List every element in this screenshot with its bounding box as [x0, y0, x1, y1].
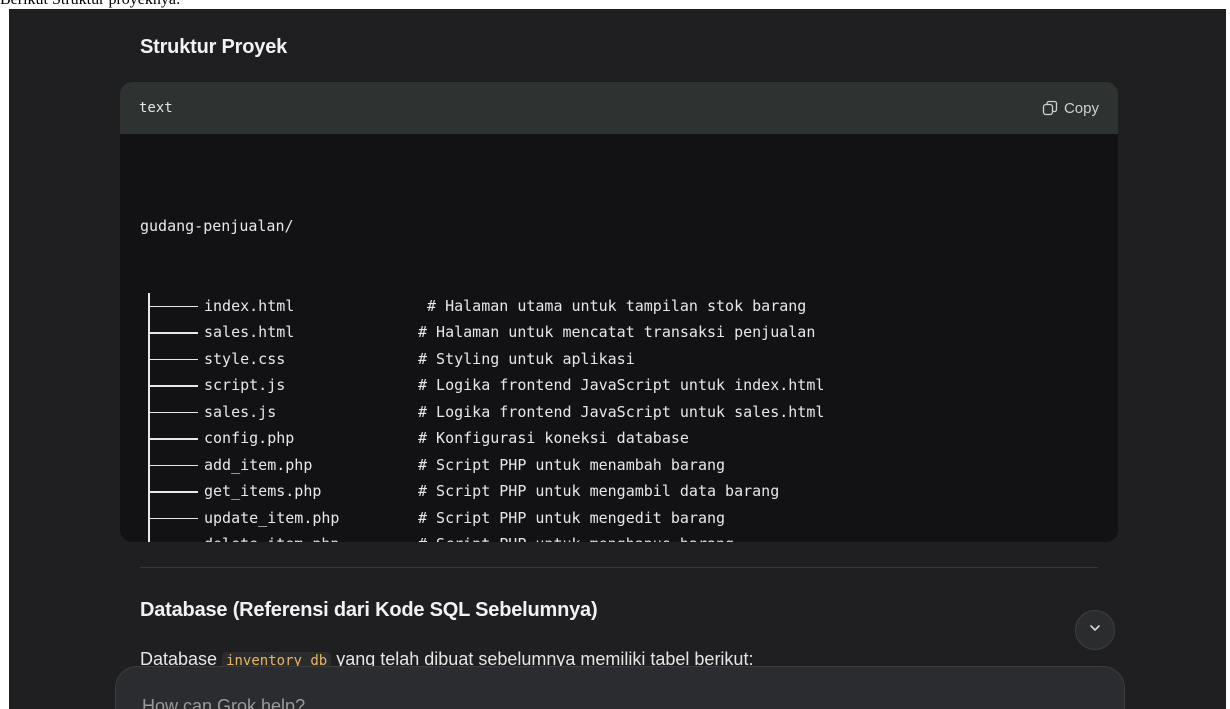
- tree-file-comment: # Script PHP untuk menambah barang: [418, 455, 726, 474]
- tree-file-name: get_items.php: [204, 482, 322, 500]
- chat-input-placeholder[interactable]: How can Grok help?: [142, 696, 305, 709]
- copy-icon: [1042, 100, 1058, 116]
- tree-entry: sales.html # Halaman untuk mencatat trans…: [140, 319, 1118, 346]
- code-body: gudang-penjualan/ index.html # Halaman u…: [120, 134, 1118, 542]
- tree-entry: update_item.php # Script PHP untuk menged…: [140, 504, 1118, 531]
- tree-file-name: delete_item.php: [204, 531, 418, 542]
- tree-entry: index.html # Halaman utama untuk tampila…: [140, 292, 1118, 319]
- tree-file-name: update_item.php: [204, 508, 340, 527]
- top-caption: Berikut Struktur proyeknya:: [0, 0, 180, 9]
- section-divider: [140, 567, 1098, 568]
- tree-branch-glyph: [140, 425, 204, 452]
- tree-entry: style.css # Styling untuk aplikasi: [140, 345, 1118, 372]
- tree-file-comment: # Halaman untuk mencatat transaksi penju…: [418, 323, 816, 341]
- tree-file-name: script.js: [204, 376, 286, 394]
- tree-file-comment: # Logika frontend JavaScript untuk index…: [418, 376, 825, 394]
- tree-entry: config.php # Konfigurasi koneksi database: [140, 425, 1118, 452]
- tree-file-comment: # Script PHP untuk mengambil data barang: [418, 482, 780, 500]
- chat-input-box[interactable]: How can Grok help?: [115, 666, 1125, 709]
- tree-file-comment: # Logika frontend JavaScript untuk sales…: [418, 402, 825, 421]
- tree-root: gudang-penjualan/: [140, 217, 294, 235]
- tree-branch-glyph: [140, 345, 204, 372]
- tree-file-comment: # Script PHP untuk menghapus barang: [418, 531, 734, 542]
- tree-branch-glyph: [140, 319, 204, 346]
- tree-entry: sales.js # Logika frontend JavaScript unt…: [140, 398, 1118, 425]
- tree-entry: script.js # Logika frontend JavaScript un…: [140, 372, 1118, 399]
- tree-file-name: sales.js: [204, 402, 277, 421]
- chat-panel: Struktur Proyek text Copy gudang-penjual…: [9, 9, 1226, 709]
- tree-entry: get_items.php # Script PHP untuk mengambi…: [140, 478, 1118, 505]
- tree-file-comment: # Script PHP untuk mengedit barang: [418, 508, 726, 527]
- tree-file-comment: # Halaman utama untuk tampilan stok bara…: [418, 296, 807, 315]
- copy-button[interactable]: Copy: [1042, 100, 1099, 117]
- section-title-structure: Struktur Proyek: [140, 36, 288, 58]
- tree-branch-glyph: [140, 504, 204, 531]
- tree-branch-glyph: [140, 531, 204, 542]
- tree-file-comment: # Styling untuk aplikasi: [418, 349, 635, 368]
- tree-branch-glyph: [140, 478, 204, 505]
- tree-file-comment: # Konfigurasi koneksi database: [418, 429, 689, 447]
- scroll-down-button[interactable]: [1075, 610, 1115, 650]
- tree-file-name: style.css: [204, 349, 286, 368]
- chevron-down-icon: [1088, 621, 1102, 640]
- tree-branch-glyph: [140, 398, 204, 425]
- tree-file-name: config.php: [204, 429, 295, 447]
- tree-branch-glyph: [140, 451, 204, 478]
- section-title-database: Database (Referensi dari Kode SQL Sebelu…: [140, 599, 598, 621]
- tree-entry: delete_item.php# Script PHP untuk mengha…: [140, 531, 1118, 542]
- tree-file-name: add_item.php: [204, 455, 313, 474]
- code-header: text Copy: [120, 82, 1118, 134]
- tree-file-name: sales.html: [204, 323, 295, 341]
- tree-branch-glyph: [140, 372, 204, 399]
- tree-file-name: index.html: [204, 296, 295, 315]
- tree-entry: add_item.php # Script PHP untuk menambah …: [140, 451, 1118, 478]
- code-language-label: text: [139, 100, 173, 116]
- copy-label: Copy: [1063, 99, 1099, 117]
- code-block: text Copy gudang-penjualan/ index.html #…: [120, 82, 1118, 542]
- tree-branch-glyph: [140, 292, 204, 319]
